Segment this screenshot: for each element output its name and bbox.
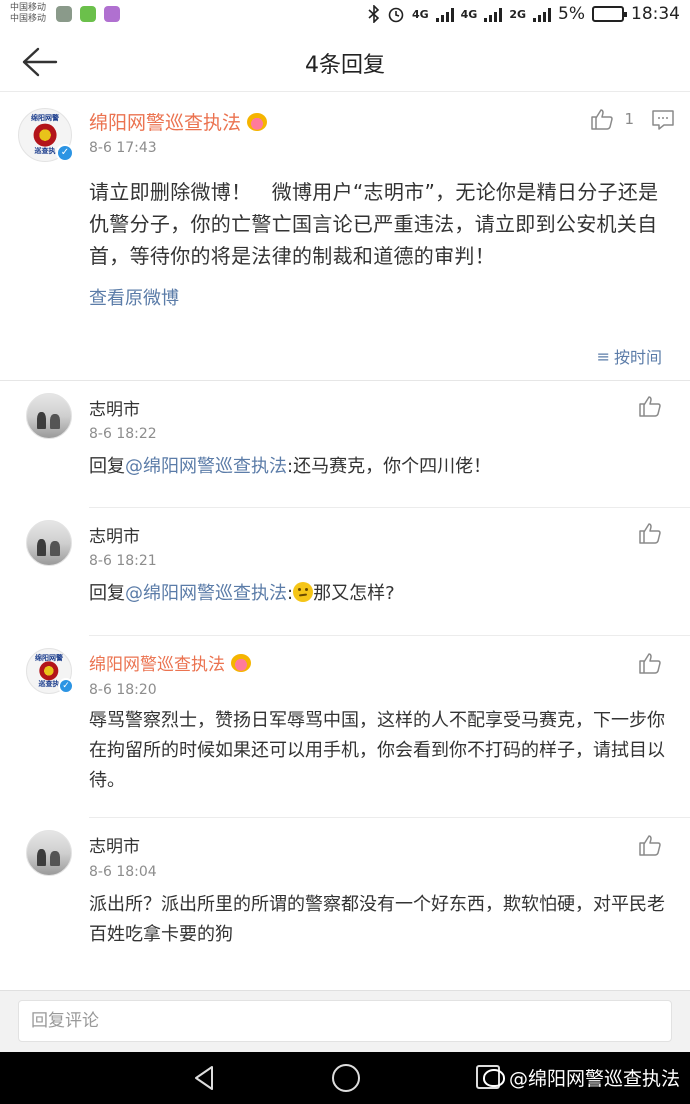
sort-label: 按时间 xyxy=(613,348,662,367)
watermark-text: @绵阳网警巡查执法 xyxy=(508,1068,680,1090)
like-count: 1 xyxy=(624,110,634,128)
thumbs-up-icon xyxy=(591,109,614,130)
reply-author-name[interactable]: 志明市 xyxy=(89,832,140,857)
like-button[interactable]: 1 xyxy=(590,108,634,130)
battery-percent: 5% xyxy=(558,4,585,24)
carrier-line-2: 中国移动 xyxy=(10,14,47,24)
nav-back-icon[interactable] xyxy=(190,1064,218,1092)
wechat-icon xyxy=(80,6,96,22)
carrier-line-1: 中国移动 xyxy=(10,3,47,13)
reply-body: :还马赛克，你个四川佬！ xyxy=(287,456,492,477)
avatar[interactable] xyxy=(26,393,72,439)
user-photo xyxy=(26,393,72,439)
status-bar: 中国移动 中国移动 4G 4G 2G 5% 18:34 xyxy=(0,0,690,34)
avatar[interactable] xyxy=(26,520,72,566)
thumbs-up-icon[interactable] xyxy=(638,834,662,856)
verified-icon: ✓ xyxy=(58,678,74,694)
reply-time: 8-6 18:22 xyxy=(89,426,157,442)
reply-text: 回复@绵阳网警巡查执法: 那又怎样? xyxy=(89,579,669,609)
network-type-1: 4G xyxy=(411,7,429,21)
carrier-label: 中国移动 中国移动 xyxy=(10,3,46,25)
sort-button[interactable]: ≡ 按时间 xyxy=(597,344,662,368)
signal-icon xyxy=(435,6,454,22)
reply-author-name[interactable]: 志明市 xyxy=(89,395,140,420)
post-author-name[interactable]: 绵阳网警巡查执法 xyxy=(89,108,241,135)
battery-icon xyxy=(592,6,627,22)
weibo-logo-icon xyxy=(482,1068,505,1087)
thumbs-up-icon[interactable] xyxy=(638,652,662,674)
reply-time: 8-6 18:21 xyxy=(89,553,157,569)
alarm-icon xyxy=(388,7,404,23)
mention-link[interactable]: @绵阳网警巡查执法 xyxy=(125,583,287,604)
notification-app-icon xyxy=(56,6,72,22)
user-photo xyxy=(26,830,72,876)
reply-item: 志明市 8-6 18:21 回复@绵阳网警巡查执法: 那又怎样? xyxy=(0,508,690,636)
mention-link[interactable]: @绵阳网警巡查执法 xyxy=(125,456,287,477)
avatar-caption-top: 绵阳网警 xyxy=(31,114,59,123)
reply-author[interactable]: 绵阳网警巡查执法 xyxy=(89,650,251,675)
comment-icon[interactable] xyxy=(652,110,674,130)
reply-item: 绵阳网警 巡查执 ✓ 绵阳网警巡查执法 8-6 18:20 辱骂警察烈士，赞扬日… xyxy=(0,636,690,818)
reply-author[interactable]: 志明市 xyxy=(89,395,140,420)
page-title: 4条回复 xyxy=(305,53,385,78)
reply-item: 志明市 8-6 18:22 回复@绵阳网警巡查执法:还马赛克，你个四川佬！ xyxy=(0,381,690,508)
gallery-icon xyxy=(104,6,120,22)
nav-home-icon[interactable] xyxy=(332,1064,360,1092)
reply-prefix: 回复 xyxy=(89,583,125,604)
notification-icons xyxy=(56,6,120,22)
reply-author[interactable]: 志明市 xyxy=(89,522,140,547)
emoji-icon xyxy=(293,582,314,602)
avatar-caption-top: 绵阳网警 xyxy=(35,653,63,662)
watermark: @绵阳网警巡查执法 xyxy=(482,1064,680,1091)
verified-icon: ✓ xyxy=(56,144,74,162)
network-type-2: 4G xyxy=(460,7,478,21)
avatar[interactable] xyxy=(26,830,72,876)
reply-author-name[interactable]: 志明市 xyxy=(89,522,140,547)
avatar[interactable]: 绵阳网警 巡查执 ✓ xyxy=(26,648,74,694)
avatar[interactable]: 绵阳网警 巡查执 ✓ xyxy=(18,108,74,162)
comment-input-bar: 回复评论 xyxy=(0,990,690,1052)
network-type-3: 2G xyxy=(509,7,527,21)
reply-author[interactable]: 志明市 xyxy=(89,832,140,857)
reply-author-name[interactable]: 绵阳网警巡查执法 xyxy=(89,650,225,675)
thumbs-up-icon[interactable] xyxy=(638,522,662,544)
signal-icon xyxy=(533,6,552,22)
reply-body-continued: 那又怎样? xyxy=(313,583,395,604)
reply-text: 辱骂警察烈士，赞扬日军辱骂中国，这样的人不配享受马赛克，下一步你在拘留所的时候如… xyxy=(89,710,665,791)
view-original-link[interactable]: 查看原微博 xyxy=(89,284,179,310)
reply-time: 8-6 18:04 xyxy=(89,864,157,880)
post-content: 请立即删除微博！ 微博用户“志明市”，无论你是精日分子还是仇警分子，你的亡警亡国… xyxy=(89,180,659,268)
status-time: 18:34 xyxy=(631,4,680,24)
post-author[interactable]: 绵阳网警巡查执法 xyxy=(89,108,268,135)
sort-icon: ≡ xyxy=(596,346,610,366)
main-post: 绵阳网警 巡查执 ✓ 绵阳网警巡查执法 8-6 17:43 1 请立即删除微博！… xyxy=(0,92,690,380)
reply-prefix: 回复 xyxy=(89,456,125,477)
thumbs-up-icon[interactable] xyxy=(638,395,662,417)
system-navigation-bar: @绵阳网警巡查执法 xyxy=(0,1052,690,1104)
reply-text: 派出所？派出所里的所谓的警察都没有一个好东西，欺软怕硬，对平民老百姓吃拿卡要的狗 xyxy=(89,894,665,945)
bluetooth-icon xyxy=(368,5,380,23)
vip-crown-icon xyxy=(247,112,268,131)
reply-text: 回复@绵阳网警巡查执法:还马赛克，你个四川佬！ xyxy=(89,452,669,482)
navigation-bar: 4条回复 xyxy=(0,34,690,92)
reply-time: 8-6 18:20 xyxy=(89,682,157,698)
post-time: 8-6 17:43 xyxy=(89,140,157,156)
status-indicators: 4G 4G 2G 5% 18:34 xyxy=(368,4,680,24)
user-photo xyxy=(26,520,72,566)
vip-crown-icon xyxy=(231,653,251,672)
signal-icon xyxy=(484,6,503,22)
reply-item: 志明市 8-6 18:04 派出所？派出所里的所谓的警察都没有一个好东西，欺软怕… xyxy=(0,818,690,990)
comment-input[interactable]: 回复评论 xyxy=(18,1000,672,1042)
